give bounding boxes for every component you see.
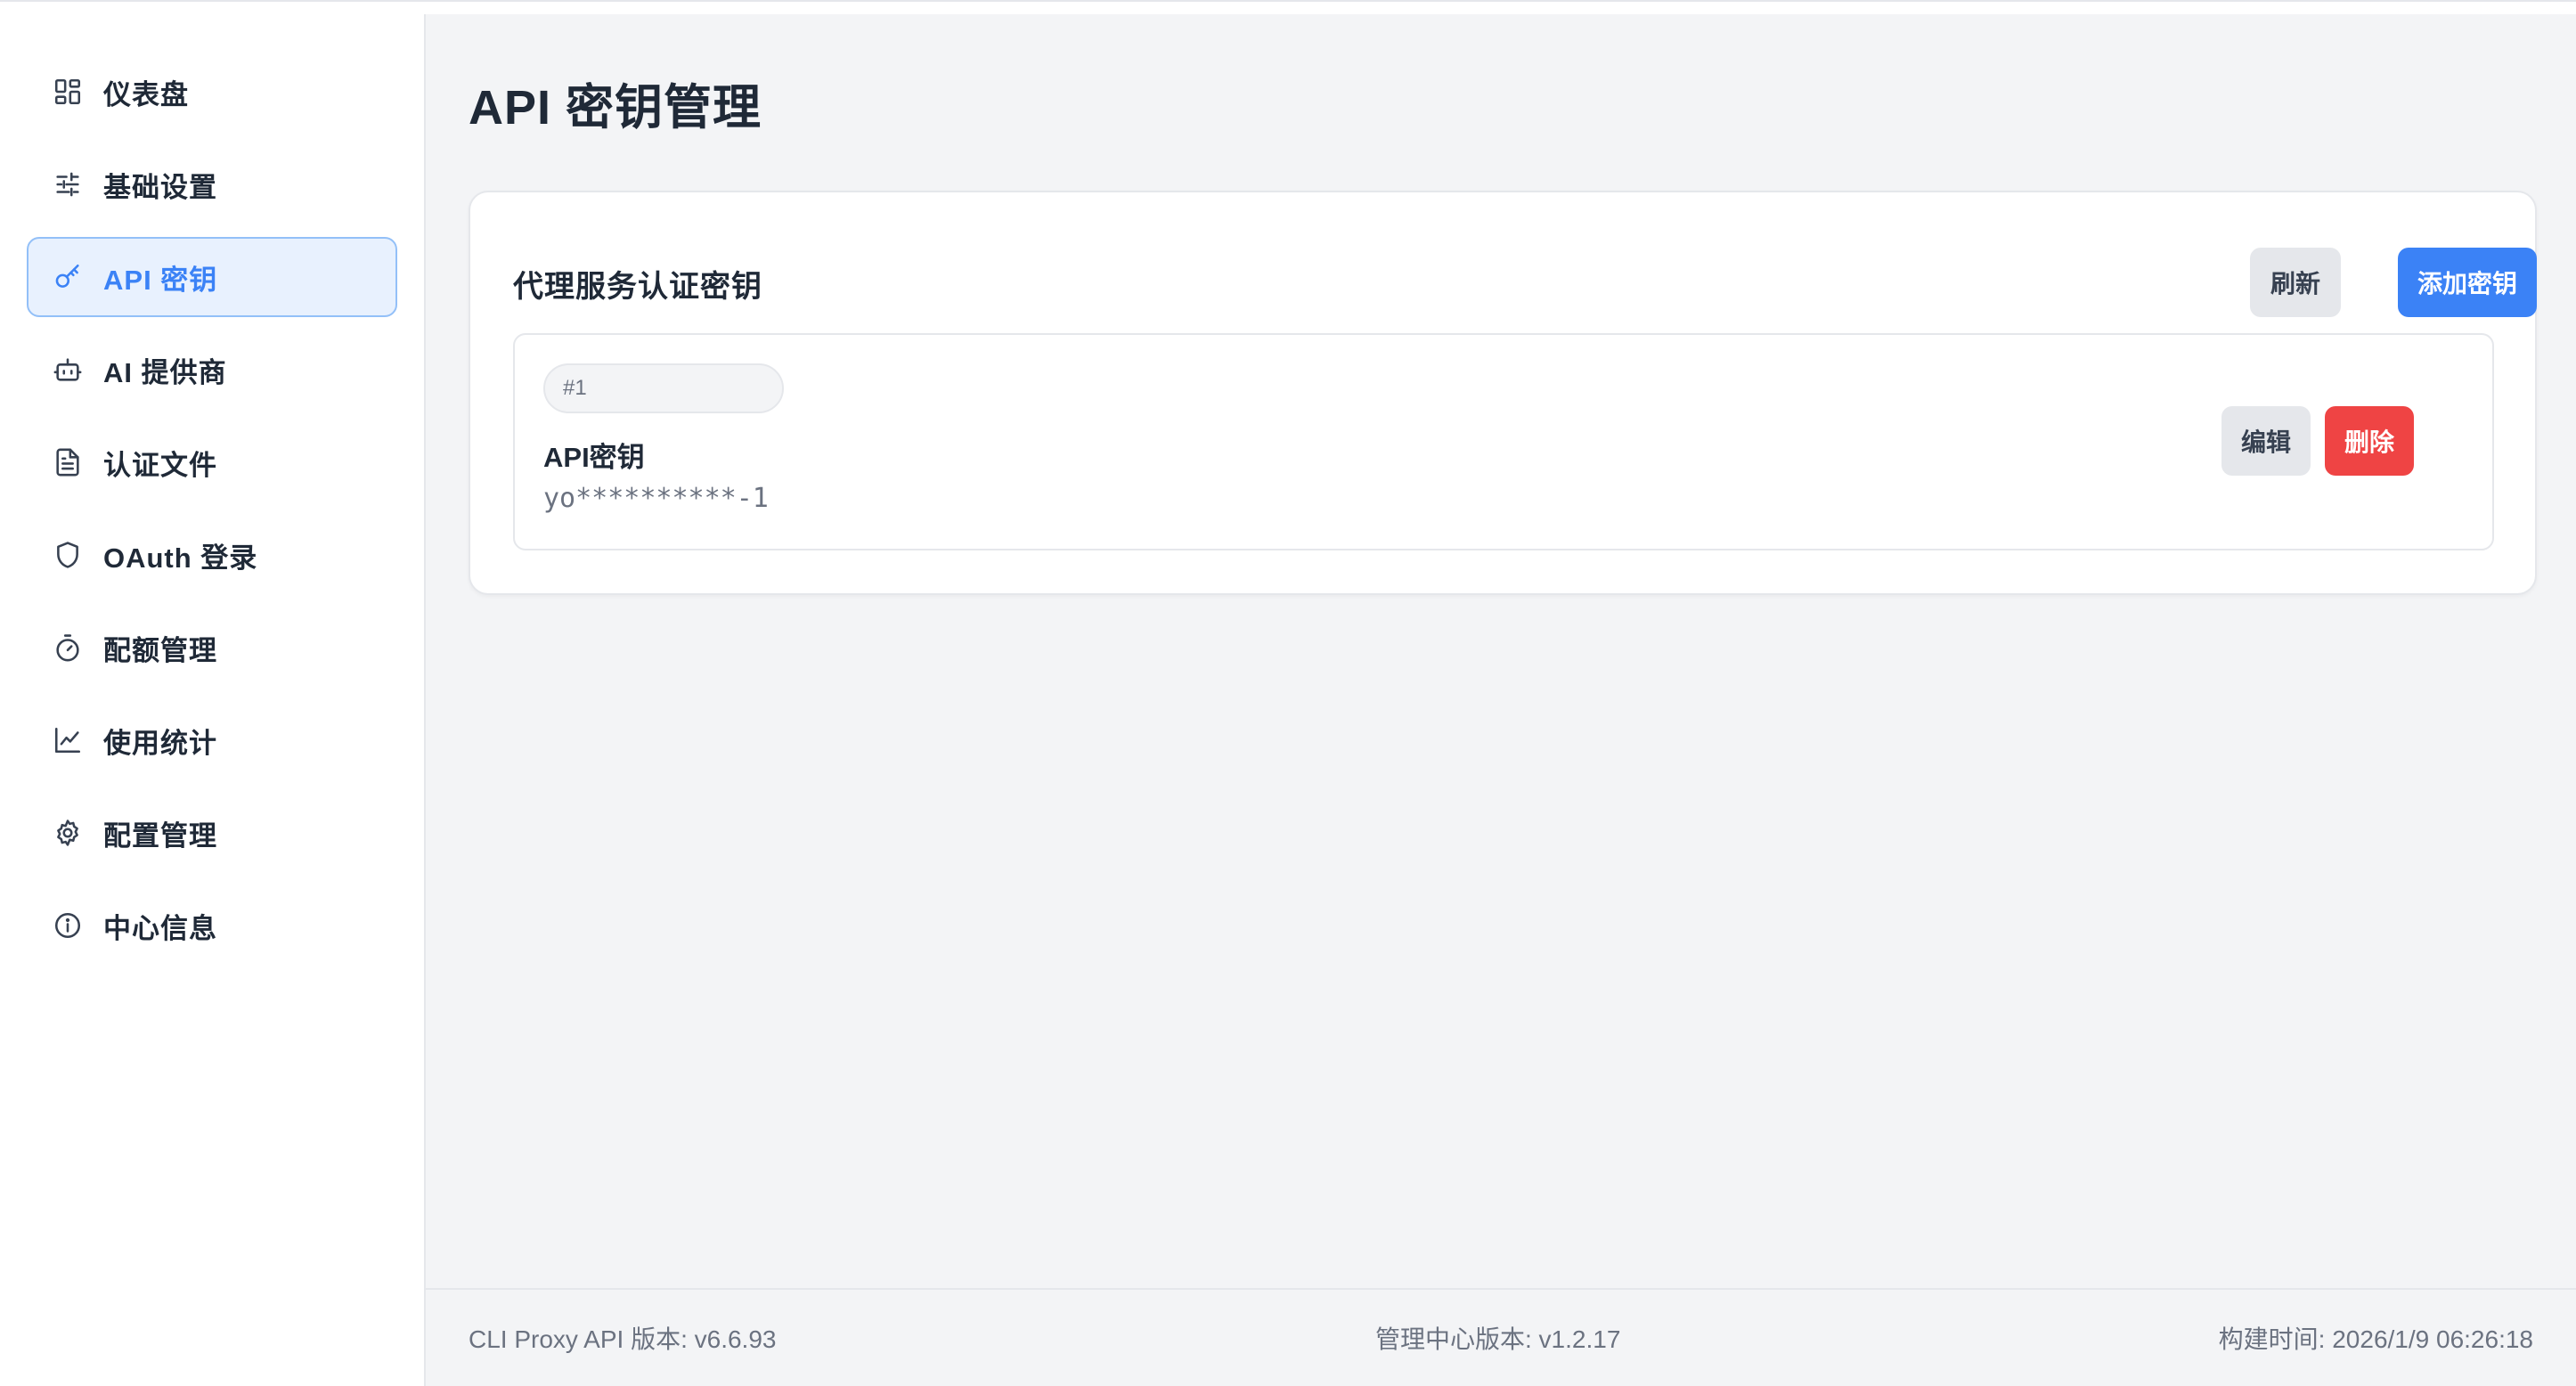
card-title: 代理服务认证密钥 <box>513 270 762 304</box>
masked-key-value: yo**********-1 <box>543 483 769 514</box>
sidebar-item-label: 使用统计 <box>103 727 217 759</box>
shield-icon <box>52 539 84 571</box>
key-icon <box>52 261 84 293</box>
sidebar-item-label: 配置管理 <box>103 819 217 852</box>
cli-version-text: CLI Proxy API 版本: v6.6.93 <box>469 1325 777 1353</box>
sidebar-item-oauth-login[interactable]: OAuth 登录 <box>27 515 397 595</box>
sidebar: 仪表盘 基础设置 API 密钥 AI 提供商 认证文件 OAuth 登录 配额管… <box>0 14 426 1386</box>
sidebar-item-usage-stats[interactable]: 使用统计 <box>27 700 397 780</box>
file-text-icon <box>52 446 84 478</box>
refresh-button[interactable]: 刷新 <box>2250 248 2341 317</box>
gear-icon <box>52 817 84 849</box>
delete-key-button[interactable]: 删除 <box>2325 406 2414 476</box>
sidebar-item-dashboard[interactable]: 仪表盘 <box>27 52 397 132</box>
bot-icon <box>52 354 84 386</box>
main-content: API 密钥管理 代理服务认证密钥 刷新 添加密钥 #1 API密钥 yo***… <box>426 14 2576 1386</box>
page-title: API 密钥管理 <box>469 81 762 135</box>
sidebar-item-label: 认证文件 <box>103 449 217 481</box>
sliders-icon <box>52 168 84 200</box>
add-key-button[interactable]: 添加密钥 <box>2398 248 2537 317</box>
list-item: #1 API密钥 yo**********-1 <box>513 333 2494 550</box>
sidebar-item-label: 基础设置 <box>103 171 217 203</box>
timer-icon <box>52 632 84 664</box>
sidebar-item-label: API 密钥 <box>103 264 218 296</box>
sidebar-item-label: 中心信息 <box>103 912 217 944</box>
sidebar-item-label: OAuth 登录 <box>103 542 258 574</box>
sidebar-item-quota[interactable]: 配额管理 <box>27 607 397 688</box>
sidebar-item-auth-files[interactable]: 认证文件 <box>27 422 397 502</box>
sidebar-item-api-keys[interactable]: API 密钥 <box>27 237 397 317</box>
sidebar-item-label: AI 提供商 <box>103 356 227 388</box>
info-icon <box>52 909 84 942</box>
dashboard-grid-icon <box>52 76 84 108</box>
sidebar-item-ai-providers[interactable]: AI 提供商 <box>27 330 397 410</box>
build-time-text: 构建时间: 2026/1/9 06:26:18 <box>2218 1325 2533 1353</box>
sidebar-item-basic-settings[interactable]: 基础设置 <box>27 144 397 224</box>
sidebar-item-center-info[interactable]: 中心信息 <box>27 885 397 966</box>
api-keys-card: 代理服务认证密钥 刷新 添加密钥 #1 API密钥 yo**********-1 <box>469 191 2537 595</box>
footer: CLI Proxy API 版本: v6.6.93 管理中心版本: v1.2.1… <box>426 1288 2576 1386</box>
sidebar-item-label: 配额管理 <box>103 634 217 666</box>
edit-key-button[interactable]: 编辑 <box>2221 406 2311 476</box>
sidebar-item-label: 仪表盘 <box>103 78 189 110</box>
key-index-badge: #1 <box>543 363 784 413</box>
sidebar-item-config[interactable]: 配置管理 <box>27 793 397 873</box>
line-chart-icon <box>52 724 84 756</box>
center-version-text: 管理中心版本: v1.2.17 <box>1375 1325 1621 1353</box>
app-window: 仪表盘 基础设置 API 密钥 AI 提供商 认证文件 OAuth 登录 配额管… <box>0 0 2576 1386</box>
key-name: API密钥 <box>543 442 645 473</box>
